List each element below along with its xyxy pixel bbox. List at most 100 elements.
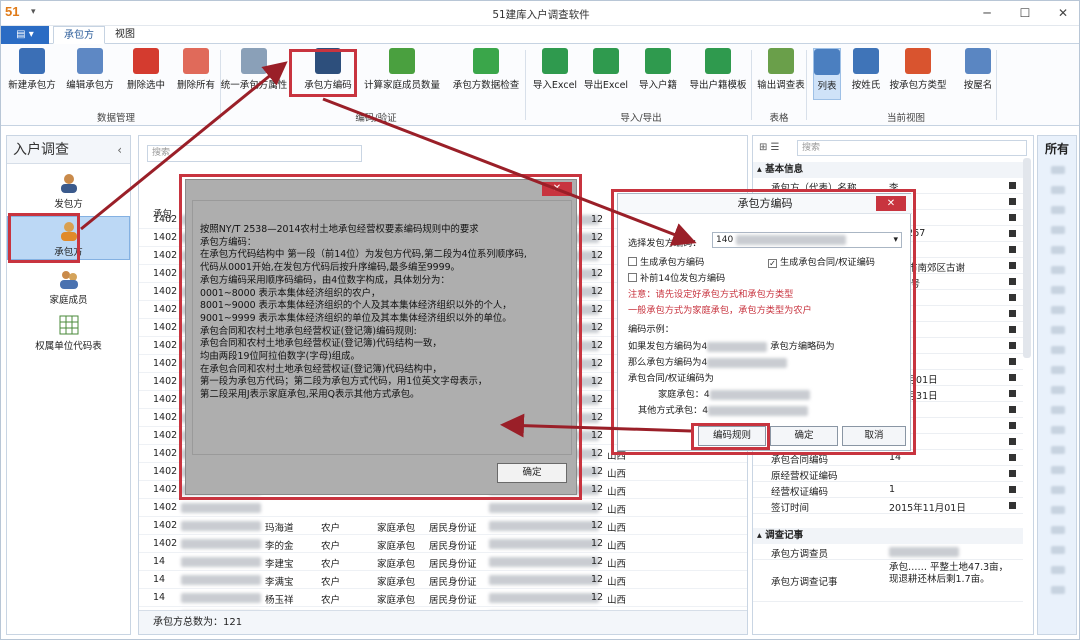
property-row[interactable]: 承包方调查记事 承包…… 平整土地47.3亩，现退耕还林后剩1.7亩。 (753, 560, 1023, 602)
blurred-entry (1051, 206, 1065, 214)
edit-square-icon (1009, 294, 1016, 301)
encode-ok-button[interactable]: 确定 (770, 426, 838, 446)
ribbon: 数据管理 编码/验证 导入/导出 表格 当前视图 新建承包方 编辑承包方 删除选中删… (1, 44, 1079, 126)
encode-dialog: 承包方编码 ✕ 选择发包方编码： 140 ▾ 生成承包方编码 ✓ 生成承包合同/权… (617, 193, 912, 451)
ribbon-button-edit-user[interactable]: 编辑承包方 (61, 48, 119, 100)
ribbon-button-eraser[interactable]: 删除所有 (171, 48, 221, 100)
left-nav-header: 入户调查 ‹ (7, 136, 130, 164)
example-line-5: 其他方式承包：4 (638, 402, 809, 416)
table-row[interactable]: 1402 玛海道 农户 家庭承包 居民身份证 山西 12 (139, 517, 747, 535)
file-menu-button[interactable]: ▤ ▾ (1, 26, 49, 44)
rules-line: 在承包方代码结构中 第一段（前14位）为发包方代码,第二段为4位系列顺序码, (200, 249, 527, 261)
rules-line: 9001~9999 表示本集体经济组织的单位及其本集体经济组织以外的单位。 (200, 312, 512, 324)
excel-export-icon (593, 48, 619, 74)
contractor-code-select[interactable]: 140 ▾ (712, 232, 902, 248)
property-view-toggle-icon[interactable]: ⊞ ☰ (759, 142, 780, 153)
title-bar: 51 ▾ 51建库入户调查软件 ─ ☐ ✕ (1, 1, 1079, 26)
table-row[interactable]: 14 杨玉祥 农户 家庭承包 居民身份证 山西 12 (139, 589, 747, 607)
import-register-icon (645, 48, 671, 74)
close-icon[interactable]: ✕ (876, 196, 906, 211)
calculator-icon (389, 48, 415, 74)
maximize-icon[interactable]: ☐ (1011, 3, 1039, 23)
blurred-entry (1051, 446, 1065, 454)
pad14-checkbox[interactable]: 补前14位发包方编码 (628, 270, 725, 284)
ribbon-button-excel-export[interactable]: 导出Excel (581, 48, 631, 100)
edit-square-icon (1009, 230, 1016, 237)
check-icon (473, 48, 499, 74)
ribbon-button-import-register[interactable]: 导入户籍 (634, 48, 682, 100)
property-search-input[interactable]: 搜索 (797, 140, 1027, 156)
nav-item-family[interactable]: 家庭成员 (7, 268, 130, 306)
property-scrollbar[interactable] (1023, 158, 1031, 358)
house-icon (965, 48, 991, 74)
grid-search-input[interactable]: 搜索 (147, 145, 362, 162)
contractor-icon (58, 172, 80, 194)
ribbon-button-export-template[interactable]: 导出户籍模板 (684, 48, 752, 100)
ribbon-button-house[interactable]: 按屋名 (956, 48, 1000, 100)
example-line-3: 承包合同/权证编码为 (628, 373, 714, 384)
table-row[interactable]: 14 李满宝 农户 家庭承包 居民身份证 山西 12 (139, 571, 747, 589)
property-row[interactable]: 签订时间 2015年11月01日 (753, 498, 1023, 514)
property-category-basic[interactable]: ▴ 基本信息 (753, 162, 1023, 178)
document-icon (241, 48, 267, 74)
ribbon-button-list-view[interactable]: 列表 (813, 48, 841, 100)
close-icon[interactable]: ✕ (542, 182, 572, 196)
gen-contractee-checkbox[interactable]: 生成承包方编码 (628, 254, 704, 268)
edit-square-icon (1009, 342, 1016, 349)
edit-square-icon (1009, 374, 1016, 381)
table-row[interactable]: 1402 李的金 农户 家庭承包 居民身份证 山西 12 (139, 535, 747, 553)
survey-table-icon (768, 48, 794, 74)
blurred-entry (1051, 346, 1065, 354)
tab-view[interactable]: 视图 (105, 26, 145, 44)
blurred-entry (1051, 406, 1065, 414)
close-window-icon[interactable]: ✕ (1049, 3, 1077, 23)
edit-square-icon (1009, 310, 1016, 317)
blurred-entry (1051, 326, 1065, 334)
collapse-icon[interactable]: ‹ (117, 136, 122, 164)
rules-line: 第二段采用J表示家庭承包,采用Q表示其他方式承包。 (200, 389, 420, 401)
highlight-nav-contractee (8, 213, 80, 263)
ribbon-button-survey-table[interactable]: 输出调查表 (756, 48, 806, 100)
nav-item-contractor[interactable]: 发包方 (7, 172, 130, 210)
table-row[interactable]: 14 李建宝 农户 家庭承包 居民身份证 山西 12 (139, 553, 747, 571)
edit-square-icon (1009, 422, 1016, 429)
rules-line: 承包方编码采用顺序码编码，由4位数字构成，具体划分为： (200, 274, 450, 286)
rules-dialog: ✕ 按照NY/T 2538—2014农村土地承包经营权要素编码规则中的要求 承包方… (185, 179, 577, 495)
edit-square-icon (1009, 486, 1016, 493)
rules-line: 8001~9000 表示本集体经济组织的个人及其本集体经济组织以外的个人， (200, 300, 512, 312)
rules-ok-button[interactable]: 确定 (497, 463, 567, 483)
blurred-entry (1051, 426, 1065, 434)
group-label-data: 数据管理 (96, 113, 135, 124)
blurred-entry (1051, 286, 1065, 294)
tab-contractee[interactable]: 承包方 (53, 26, 105, 44)
property-row[interactable]: 原经营权证编码 (753, 466, 1023, 482)
ribbon-button-calculator[interactable]: 计算家庭成员数量 (359, 48, 445, 100)
excel-import-icon (542, 48, 568, 74)
ribbon-button-excel-import[interactable]: 导入Excel (531, 48, 579, 100)
property-row[interactable]: 经营权证编码 1 (753, 482, 1023, 498)
edit-square-icon (1009, 358, 1016, 365)
all-panel-title: 所有 (1044, 142, 1069, 156)
ribbon-button-pie-chart[interactable]: 按承包方类型 (887, 48, 949, 100)
example-line-2: 那么承包方编码为4 (628, 354, 788, 368)
blurred-entry (1051, 486, 1065, 494)
ribbon-button-add-user[interactable]: 新建承包方 (3, 48, 61, 100)
encode-cancel-button[interactable]: 取消 (842, 426, 906, 446)
gen-contract-checkbox[interactable]: ✓ 生成承包合同/权证编码 (768, 254, 875, 268)
property-row[interactable]: 承包方调查员 (753, 544, 1023, 560)
left-nav: 入户调查 ‹ 发包方 承包方 家庭成员 权属单位代码表 (6, 135, 131, 635)
ribbon-button-document[interactable]: 统一承包方属性 (219, 48, 289, 100)
blurred-entry (1051, 226, 1065, 234)
property-category-survey[interactable]: ▴ 调查记事 (753, 528, 1023, 544)
blurred-entry (1051, 586, 1065, 594)
export-template-icon (705, 48, 731, 74)
nav-item-code-table[interactable]: 权属单位代码表 (7, 314, 130, 352)
edit-square-icon (1009, 406, 1016, 413)
ribbon-button-delete-x[interactable]: 删除选中 (121, 48, 171, 100)
edit-square-icon (1009, 454, 1016, 461)
minimize-icon[interactable]: ─ (973, 3, 1001, 23)
note-line-1: 注意：请先设定好承包方式和承包方类型 (628, 289, 794, 300)
ribbon-button-check[interactable]: 承包方数据检查 (451, 48, 521, 100)
ribbon-button-sort-az[interactable]: 按姓氏 (849, 48, 883, 100)
table-row[interactable]: 1402 山西 12 (139, 499, 747, 517)
